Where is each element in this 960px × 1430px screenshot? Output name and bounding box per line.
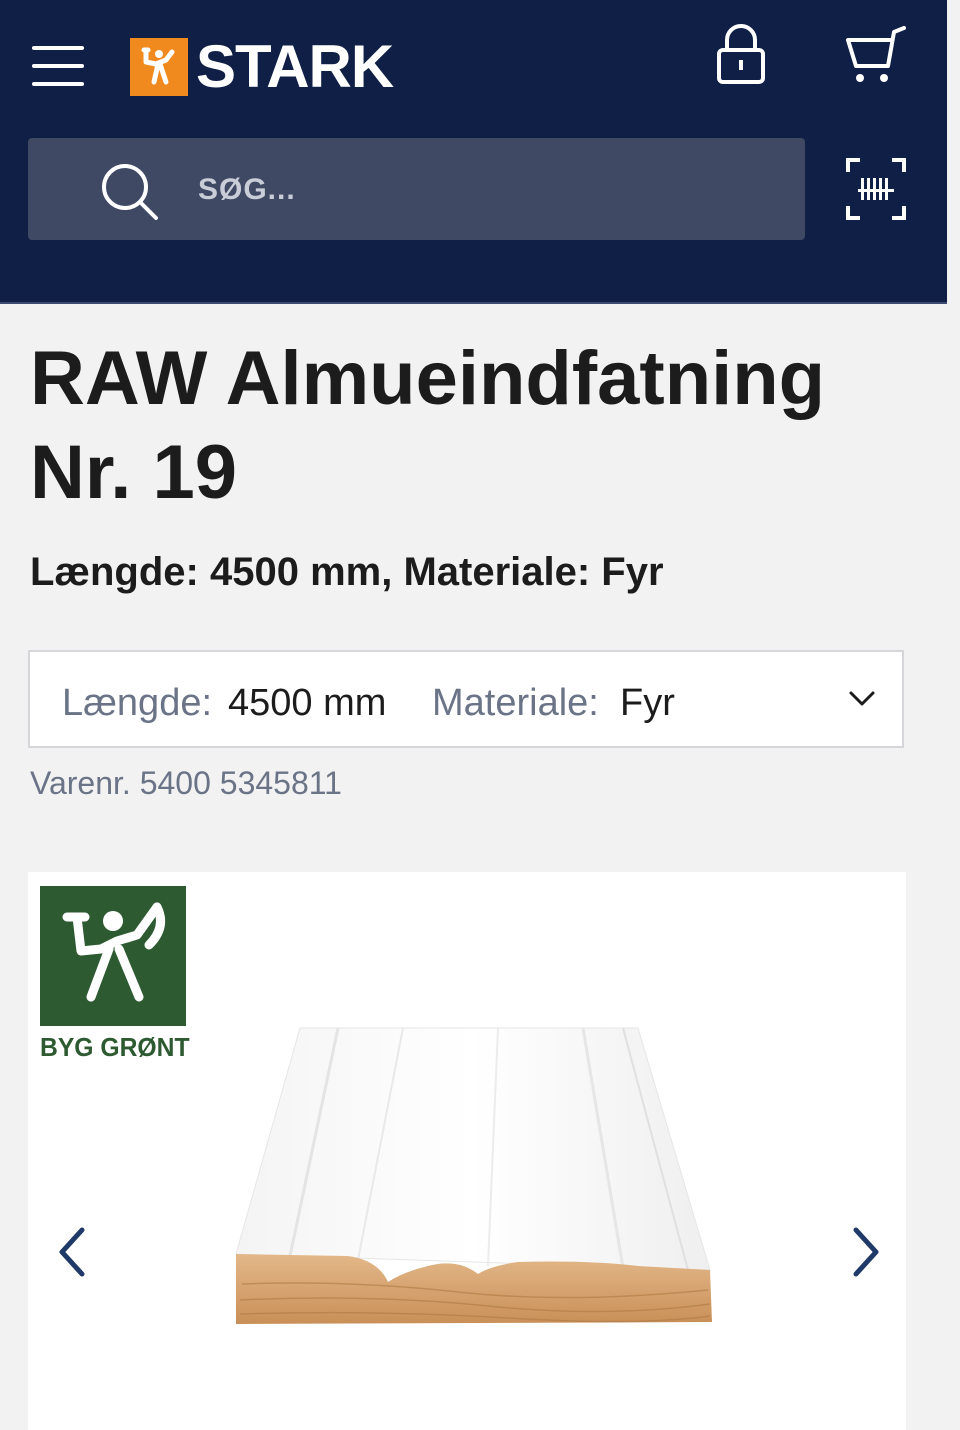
- byg-groent-badge: BYG GRØNT: [40, 886, 190, 1063]
- header: STARK: [0, 0, 947, 304]
- length-label: Længde:: [62, 682, 213, 724]
- stark-logo-mark-icon: [130, 38, 188, 96]
- badge-label: BYG GRØNT: [40, 1032, 190, 1062]
- product-subtitle: Længde: 4500 mm, Materiale: Fyr: [30, 550, 664, 594]
- search-bar[interactable]: [28, 138, 805, 240]
- search-icon[interactable]: [100, 162, 160, 227]
- material-value: Fyr: [620, 682, 675, 724]
- stark-logo[interactable]: STARK: [130, 33, 394, 100]
- lock-icon[interactable]: [716, 22, 766, 91]
- chevron-left-icon[interactable]: [52, 1224, 96, 1280]
- length-value: 4500 mm: [228, 682, 387, 724]
- product-title: RAW Almueindfatning Nr. 19: [30, 336, 826, 515]
- brand-name: STARK: [196, 33, 394, 100]
- menu-icon[interactable]: [30, 42, 86, 90]
- item-number: Varenr. 5400 5345811: [30, 765, 342, 801]
- product-image[interactable]: [228, 1022, 748, 1347]
- material-label: Materiale:: [432, 682, 599, 724]
- cart-icon[interactable]: [844, 24, 908, 91]
- chevron-down-icon[interactable]: [848, 690, 876, 713]
- chevron-right-icon[interactable]: [842, 1224, 886, 1280]
- product-gallery: BYG GRØNT: [28, 872, 906, 1430]
- search-input[interactable]: [196, 166, 780, 214]
- variant-selector[interactable]: Længde: 4500 mm Materiale: Fyr: [28, 650, 904, 748]
- byg-groent-logo-icon: [40, 886, 186, 1026]
- barcode-scan-icon[interactable]: [846, 158, 906, 225]
